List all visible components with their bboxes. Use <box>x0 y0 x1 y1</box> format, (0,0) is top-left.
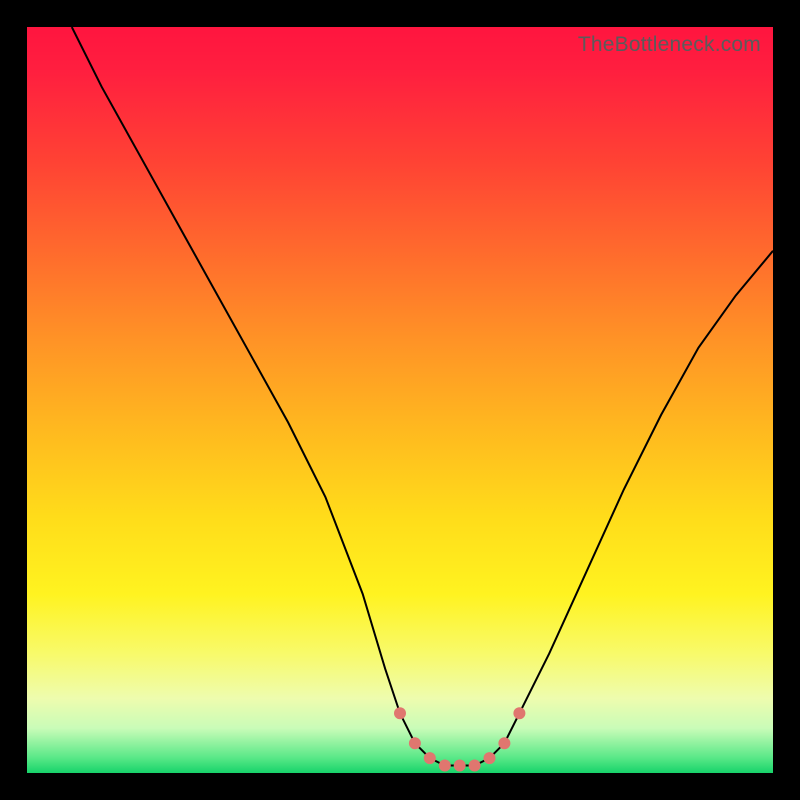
valley-dot <box>513 707 525 719</box>
valley-dot <box>469 760 481 772</box>
valley-markers <box>394 707 525 771</box>
curve-layer <box>27 27 773 773</box>
chart-frame: TheBottleneck.com <box>0 0 800 800</box>
valley-dot <box>394 707 406 719</box>
bottleneck-curve <box>72 27 773 766</box>
valley-dot <box>498 737 510 749</box>
valley-dot <box>454 760 466 772</box>
valley-dot <box>484 752 496 764</box>
valley-dot <box>424 752 436 764</box>
chart-plot-area: TheBottleneck.com <box>27 27 773 773</box>
valley-dot <box>409 737 421 749</box>
valley-dot <box>439 760 451 772</box>
